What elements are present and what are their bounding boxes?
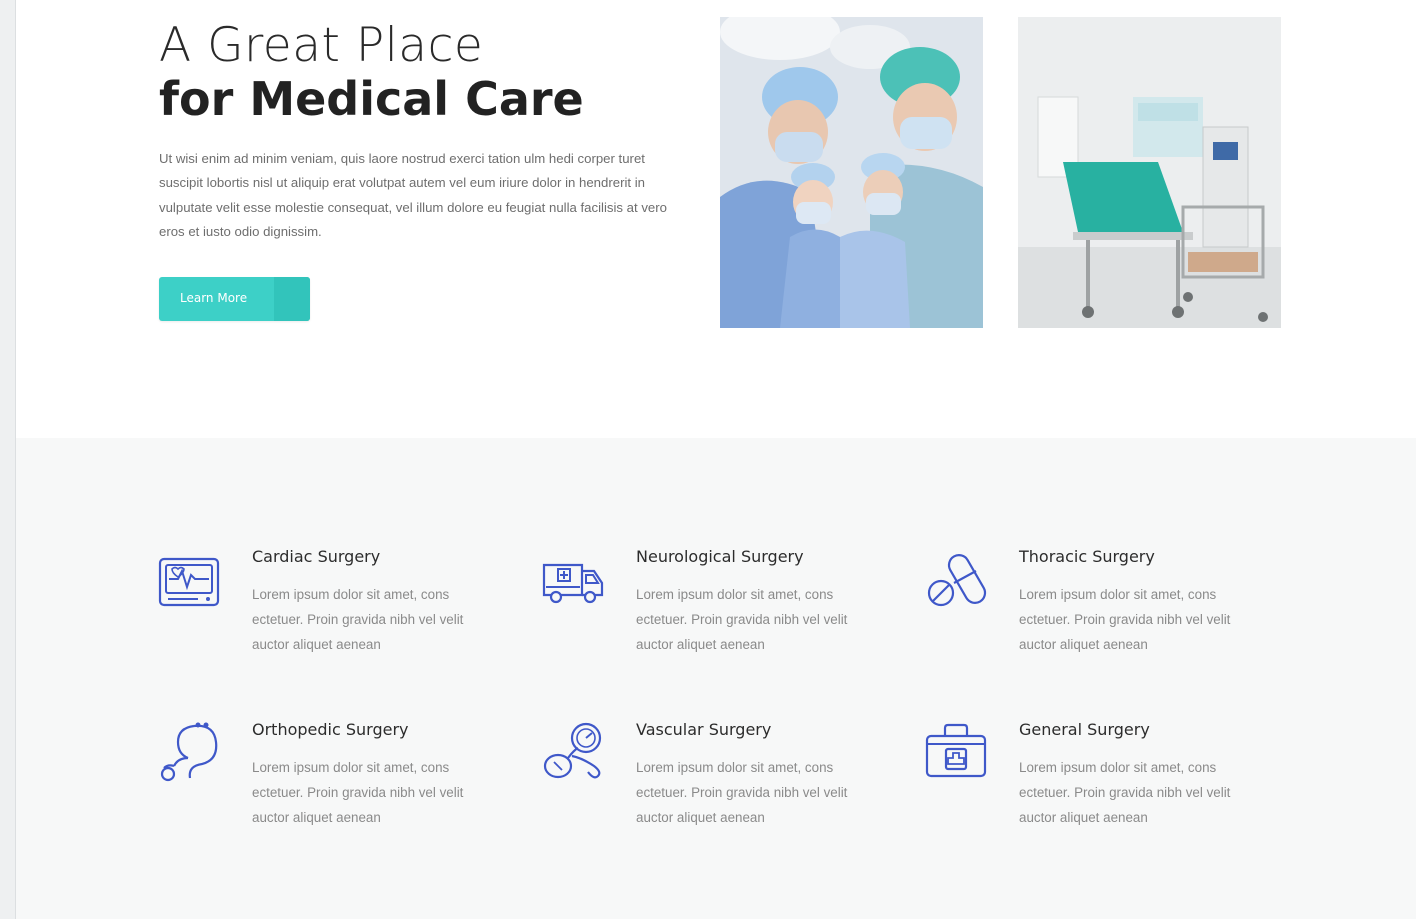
hero-section: A Great Place for Medical Care Ut wisi e… [16, 0, 1416, 438]
learn-more-button[interactable]: Learn More [159, 277, 310, 321]
service-title: Vascular Surgery [636, 720, 772, 739]
page-left-edge [0, 0, 16, 919]
hero-title-line2: for Medical Care [159, 72, 584, 126]
learn-more-label: Learn More [180, 291, 248, 305]
heart-monitor-icon [158, 557, 220, 607]
service-title: Neurological Surgery [636, 547, 804, 566]
service-title: Thoracic Surgery [1019, 547, 1155, 566]
service-text: Lorem ipsum dolor sit amet, cons ectetue… [252, 587, 464, 652]
service-title: Orthopedic Surgery [252, 720, 409, 739]
services-section: Cardiac Surgery Lorem ipsum dolor sit am… [16, 438, 1416, 919]
service-text: Lorem ipsum dolor sit amet, cons ectetue… [1019, 760, 1231, 825]
button-accent-cap [274, 277, 310, 321]
service-text: Lorem ipsum dolor sit amet, cons ectetue… [636, 760, 848, 825]
hero-paragraph: Ut wisi enim ad minim veniam, quis laore… [159, 151, 667, 239]
surgeons-illustration [720, 17, 983, 328]
stethoscope-icon [160, 722, 218, 782]
service-title: General Surgery [1019, 720, 1150, 739]
first-aid-kit-icon [925, 723, 987, 778]
pills-icon [927, 554, 987, 607]
service-title: Cardiac Surgery [252, 547, 381, 566]
service-text: Lorem ipsum dolor sit amet, cons ectetue… [252, 760, 464, 825]
service-text: Lorem ipsum dolor sit amet, cons ectetue… [636, 587, 848, 652]
hospital-room-illustration [1018, 17, 1281, 328]
hospital-room-photo [1018, 17, 1281, 328]
blood-pressure-gauge-icon [543, 722, 602, 779]
ambulance-icon [542, 563, 604, 604]
hero-title-line1: A Great Place [159, 18, 484, 73]
surgeons-photo [720, 17, 983, 328]
service-text: Lorem ipsum dolor sit amet, cons ectetue… [1019, 587, 1231, 652]
